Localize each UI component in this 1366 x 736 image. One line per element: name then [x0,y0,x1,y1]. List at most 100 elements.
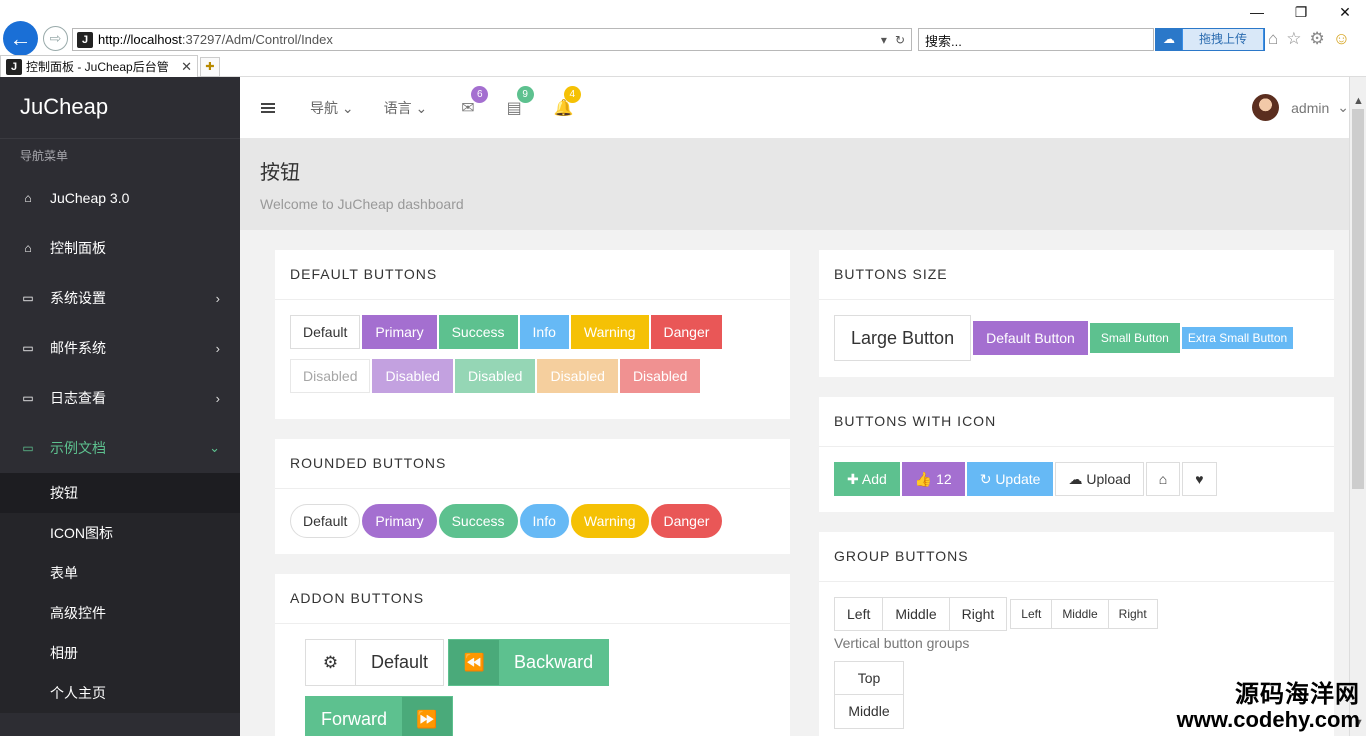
vertical-groups-label: Vertical button groups [834,635,970,651]
add-button[interactable]: ✚ Add [834,462,900,496]
nav-dropdown[interactable]: 导航 ⌄ [310,98,354,118]
rounded-default-button[interactable]: Default [290,504,361,538]
sidebar-item-mail-system[interactable]: ▭ 邮件系统 › [0,323,240,373]
group-right-button[interactable]: Right [949,597,1008,631]
sidebar-subitem-advanced-controls[interactable]: 高级控件 [0,593,240,633]
thumbs-up-icon: 👍 [914,471,933,487]
panel-title: ADDON BUTTONS [275,574,790,624]
maximize-icon[interactable]: ❐ [1290,4,1312,21]
upload-button[interactable]: ☁ Upload [1055,462,1144,496]
sidebar: JuCheap 导航菜单 ⌂ JuCheap 3.0 ⌂ 控制面板 ▭ 系统设置… [0,77,240,736]
addon-default-button[interactable]: ⚙ Default [305,639,445,686]
language-dropdown[interactable]: 语言 ⌄ [384,98,428,118]
dropdown-arrow-icon[interactable]: ▾ [881,33,887,47]
addon-backward-button[interactable]: ⏪ Backward [448,639,610,686]
group-sm-left-button[interactable]: Left [1010,599,1053,629]
settings-gear-icon[interactable]: ⚙ [1310,29,1325,49]
disabled-success-button: Disabled [454,359,536,393]
sidebar-item-label: 控制面板 [50,240,106,256]
sidebar-item-dashboard[interactable]: ⌂ 控制面板 [0,223,240,273]
sidebar-subitem-icons[interactable]: ICON图标 [0,513,240,553]
refresh-icon[interactable]: ↻ [895,33,905,47]
watermark-url: www.codehy.com [1176,707,1360,732]
group-sm-middle-button[interactable]: Middle [1052,599,1109,629]
top-navbar: 导航 ⌄ 语言 ⌄ ✉ 6 ▤ 9 🔔 4 admin ⌄ [240,77,1349,138]
sidebar-subitem-buttons[interactable]: 按钮 [0,473,240,513]
address-bar[interactable]: J http://localhost:37297/Adm/Control/Ind… [72,28,912,51]
scroll-up-icon[interactable]: ▲ [1353,95,1364,107]
info-button[interactable]: Info [519,315,569,349]
tab-close-icon[interactable]: ✕ [181,59,192,75]
sidebar-subitem-gallery[interactable]: 相册 [0,633,240,673]
menu-header: 导航菜单 [20,149,69,163]
forward-arrow-icon[interactable]: ⇨ [43,26,68,51]
primary-button[interactable]: Primary [362,315,437,349]
home-page-icon[interactable]: ⌂ [1268,29,1278,49]
default-size-button[interactable]: Default Button [973,321,1088,355]
group-left-button[interactable]: Left [834,597,884,631]
user-name: admin [1291,99,1330,116]
browser-search-input[interactable]: 搜索... [918,28,1154,51]
user-menu[interactable]: admin ⌄ [1252,77,1349,138]
sidebar-item-jucheap[interactable]: ⌂ JuCheap 3.0 [0,173,240,223]
chevron-right-icon: › [215,340,220,356]
rounded-primary-button[interactable]: Primary [362,504,437,538]
smiley-feedback-icon[interactable]: ☺ [1333,29,1350,49]
success-button[interactable]: Success [438,315,518,349]
large-button[interactable]: Large Button [834,315,972,361]
sidebar-subitem-profile[interactable]: 个人主页 [0,673,240,713]
vertical-top-button[interactable]: Top [834,661,904,695]
back-arrow-icon[interactable]: ← [3,21,38,56]
small-button[interactable]: Small Button [1089,323,1180,353]
sidebar-item-label: 邮件系统 [50,340,106,356]
drag-upload-label: 拖拽上传 [1183,29,1263,50]
group-middle-button[interactable]: Middle [883,597,950,631]
group-sm-right-button[interactable]: Right [1108,599,1158,629]
heart-button[interactable]: ♥ [1182,462,1217,496]
sidebar-item-system-settings[interactable]: ▭ 系统设置 › [0,273,240,323]
rounded-success-button[interactable]: Success [438,504,518,538]
panel-title: DEFAULT BUTTONS [275,250,790,300]
favorites-star-icon[interactable]: ☆ [1286,29,1301,49]
new-tab-icon[interactable]: ✚ [200,57,220,77]
notifications-button[interactable]: 🔔 4 [554,85,581,118]
addon-forward-button[interactable]: Forward ⏩ [305,696,454,736]
chevron-down-icon: ⌄ [209,440,220,455]
brand-logo[interactable]: JuCheap [0,77,240,139]
minimize-icon[interactable]: — [1246,4,1268,21]
main-content: 导航 ⌄ 语言 ⌄ ✉ 6 ▤ 9 🔔 4 admin ⌄ 按钮 Welcome… [240,77,1349,736]
like-button[interactable]: 👍 12 [901,462,965,496]
chevron-down-icon: ⌄ [415,99,428,116]
default-button[interactable]: Default [290,315,361,349]
drag-upload-button[interactable]: ☁ 拖拽上传 [1155,28,1265,51]
extra-small-button[interactable]: Extra Small Button [1181,327,1294,349]
menu-toggle-icon[interactable] [261,102,275,113]
home-button[interactable]: ⌂ [1145,462,1181,496]
panel-buttons-with-icon: BUTTONS WITH ICON ✚ Add 👍 12 ↻ Update ☁ … [819,397,1334,512]
tasks-button[interactable]: ▤ 9 [507,85,534,118]
disabled-warning-button: Disabled [537,359,618,393]
vertical-button-group: Top Middle [834,661,904,729]
rounded-danger-button[interactable]: Danger [650,504,723,538]
rounded-warning-button[interactable]: Warning [570,504,649,538]
sidebar-subitem-forms[interactable]: 表单 [0,553,240,593]
sidebar-item-logs[interactable]: ▭ 日志查看 › [0,373,240,423]
warning-button[interactable]: Warning [570,315,649,349]
home-icon: ⌂ [1158,471,1168,487]
chevron-down-icon: ⌄ [341,99,354,116]
close-window-icon[interactable]: ✕ [1334,4,1356,21]
site-watermark: 源码海洋网 www.codehy.com [1150,681,1360,733]
mail-button[interactable]: ✉ 6 [461,85,489,118]
update-button[interactable]: ↻ Update [966,462,1054,496]
page-scrollbar[interactable]: ▲ ▼ [1349,77,1366,736]
plus-icon: ✚ [847,471,859,487]
sidebar-item-examples[interactable]: ▭ 示例文档 ⌄ [0,423,240,473]
scroll-thumb[interactable] [1352,109,1364,489]
vertical-middle-button[interactable]: Middle [834,695,904,729]
avatar [1252,94,1280,121]
rounded-info-button[interactable]: Info [519,504,569,538]
window-controls: — ❐ ✕ [1246,4,1356,21]
browser-tab-active[interactable]: J 控制面板 - JuCheap后台管 ✕ [0,55,198,77]
danger-button[interactable]: Danger [650,315,723,349]
gear-icon: ⚙ [306,640,356,685]
